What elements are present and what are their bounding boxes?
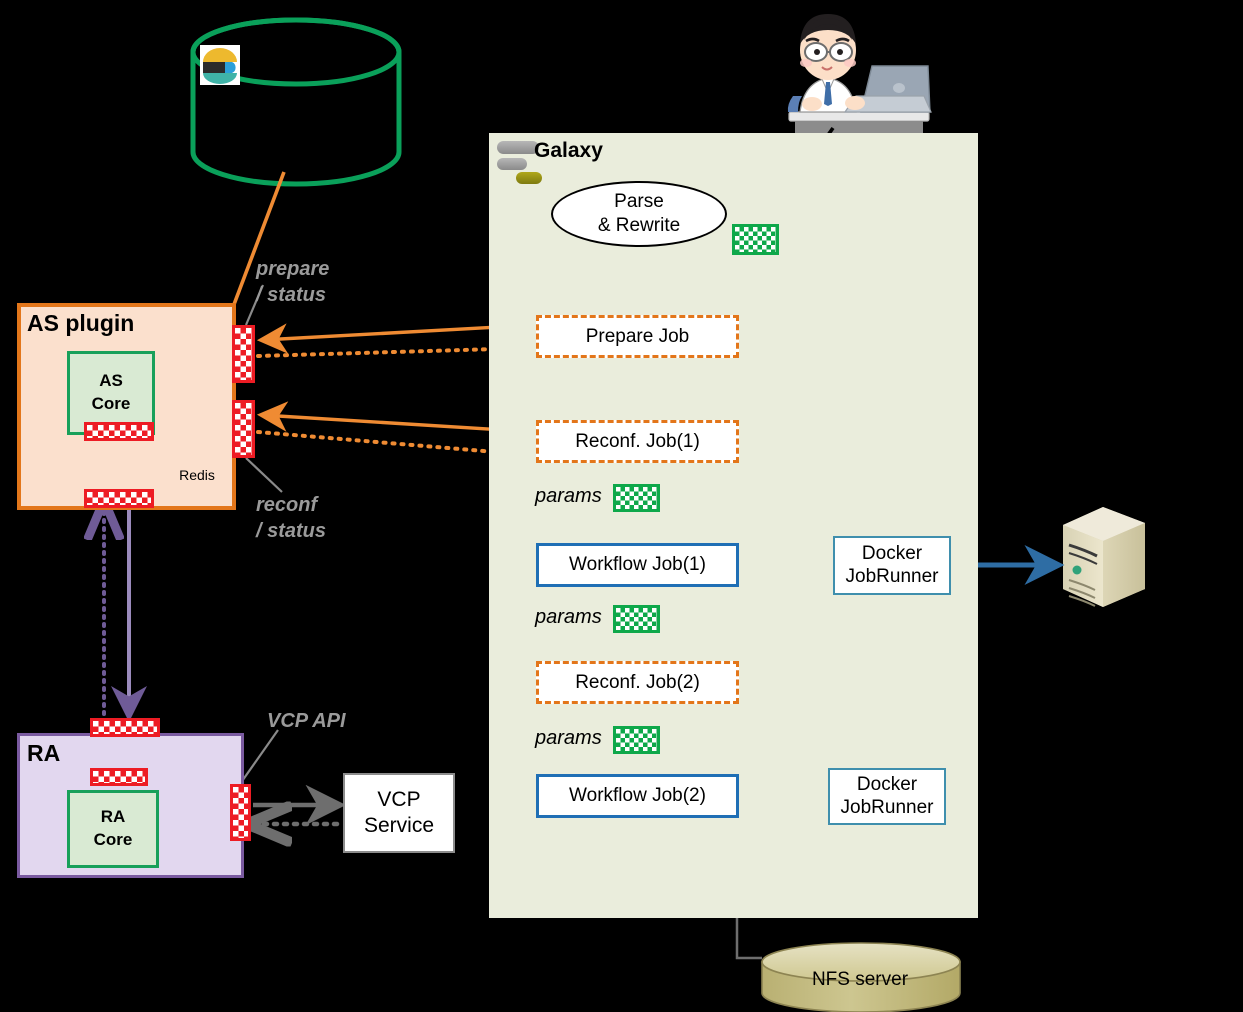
vcp-service-box[interactable]: VCP Service: [343, 773, 455, 853]
params-label-3: params: [535, 727, 602, 749]
as-core-connector: [84, 422, 154, 441]
as-plugin-bottom-connector: [84, 489, 154, 508]
reconf-job-2-label: Reconf. Job(2): [575, 671, 700, 693]
vcp-service-line2: Service: [363, 814, 435, 837]
as-plugin-title: AS plugin: [27, 310, 135, 336]
reconf-status-line1: reconf: [256, 494, 318, 516]
ra-core-connector: [90, 768, 148, 786]
workflow-job-1-box[interactable]: Workflow Job(1): [536, 543, 739, 587]
ra-top-connector: [90, 718, 160, 737]
ra-core-node: RA Core: [67, 790, 159, 868]
nfs-server-label: NFS server: [811, 969, 909, 990]
as-connector-prepare: [232, 325, 255, 383]
reconf-status-line2: / status: [256, 520, 327, 542]
docker-jobrunner-2-line2: JobRunner: [840, 796, 934, 818]
reconf-status-annotation: reconf / status: [256, 492, 326, 544]
params-chip-3: [613, 726, 660, 754]
as-connector-reconf: [232, 400, 255, 458]
docker-jobrunner-1-line1: Docker: [861, 542, 923, 564]
galaxy-logo-icon-part3: [516, 172, 542, 184]
docker-jobrunner-2-box[interactable]: Docker JobRunner: [828, 768, 946, 825]
docker-jobrunner-2-line1: Docker: [856, 773, 918, 795]
params-label-2: params: [535, 606, 602, 628]
vcp-api-connector: [230, 784, 251, 841]
prepare-status-annotation: prepare / status: [256, 256, 329, 308]
params-requirements-chip: [732, 224, 779, 255]
reconf-job-2-box[interactable]: Reconf. Job(2): [536, 661, 739, 704]
galaxy-logo-icon-part2: [497, 158, 527, 170]
parse-rewrite-line2: & Rewrite: [597, 215, 681, 236]
workflow-job-1-label: Workflow Job(1): [569, 554, 706, 575]
reconf-job-1-label: Reconf. Job(1): [575, 430, 700, 452]
params-chip-1: [613, 484, 660, 512]
parse-rewrite-line1: Parse: [614, 191, 664, 213]
redis-label: Redis: [179, 467, 215, 483]
vcp-api-leader: [239, 729, 279, 785]
reconf-job-1-box[interactable]: Reconf. Job(1): [536, 420, 739, 463]
params-chip-2: [613, 605, 660, 633]
prepare-job-label: Prepare Job: [585, 325, 690, 347]
params-label-1: params: [535, 485, 602, 507]
server-tower-icon: [1063, 507, 1145, 607]
parse-rewrite-node: Parse & Rewrite: [551, 181, 727, 247]
docker-jobrunner-1-box[interactable]: Docker JobRunner: [833, 536, 951, 595]
ra-core-label-2: Core: [93, 830, 133, 849]
vcp-api-annotation: VCP API: [267, 710, 346, 732]
ra-core-label-1: RA: [100, 807, 126, 827]
galaxy-to-nfs-connector: [735, 918, 762, 960]
docker-jobrunner-1-line2: JobRunner: [845, 565, 939, 587]
diagram-canvas: Galaxy AS plugin RA AS Core RA Core Redi…: [0, 0, 1243, 1012]
prepare-status-line1: prepare: [256, 258, 330, 280]
params-requirements-line1: params,: [0, 2, 73, 24]
galaxy-logo-icon: [497, 141, 539, 154]
ra-title: RA: [27, 740, 61, 766]
workflow-job-2-box[interactable]: Workflow Job(2): [536, 774, 739, 818]
params-requirements-line2: requirements: [0, 29, 117, 51]
params-requirements-label: params, requirements: [0, 0, 1243, 54]
reconf-status-leader: [245, 457, 283, 493]
as-core-label-2: Core: [91, 394, 131, 413]
prepare-job-box[interactable]: Prepare Job: [536, 315, 739, 358]
workflow-job-2-label: Workflow Job(2): [569, 785, 706, 806]
vcp-service-line1: VCP: [377, 787, 421, 811]
as-core-label-1: AS: [99, 371, 123, 391]
prepare-status-line2: / status: [256, 284, 327, 306]
galaxy-title: Galaxy: [534, 139, 603, 162]
